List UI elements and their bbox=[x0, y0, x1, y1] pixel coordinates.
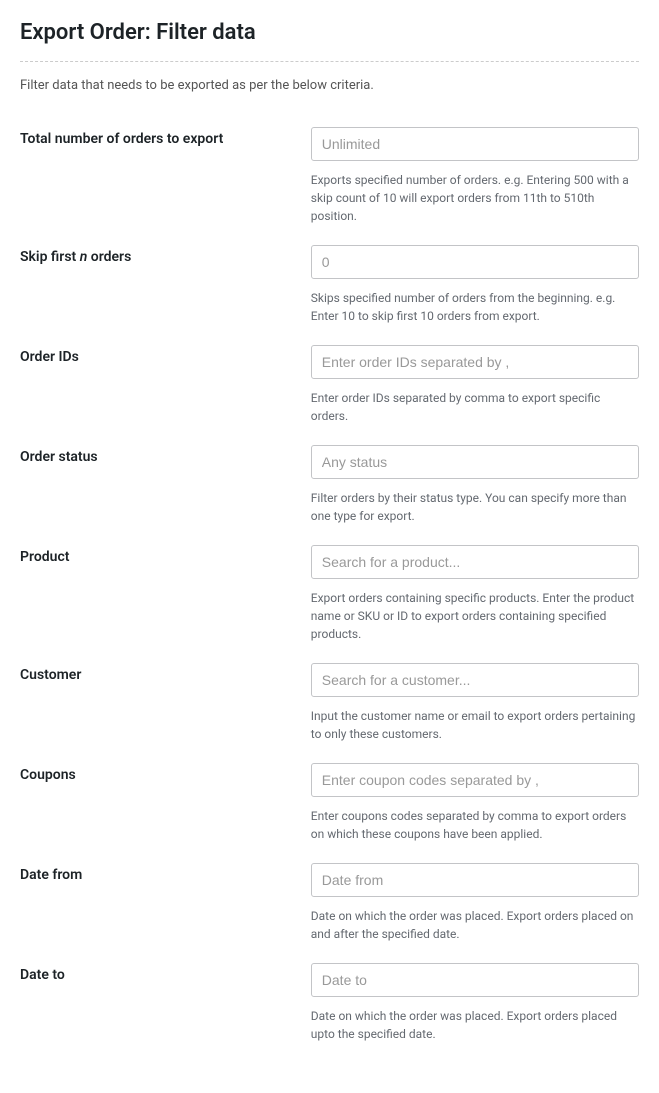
page-container: Export Order: Filter data Filter data th… bbox=[0, 0, 659, 1093]
field-label-coupons: Coupons bbox=[20, 767, 76, 783]
form-row-date-to: Date to Date on which the order was place… bbox=[20, 953, 639, 1053]
input-order-ids[interactable] bbox=[311, 345, 639, 379]
field-cell-product: Export orders containing specific produc… bbox=[311, 535, 639, 653]
section-divider bbox=[20, 61, 639, 62]
form-row-order-ids: Order IDs Enter order IDs separated by co… bbox=[20, 335, 639, 435]
field-label-total-orders: Total number of orders to export bbox=[20, 131, 223, 147]
field-label-order-status: Order status bbox=[20, 449, 98, 465]
field-cell-order-status: Filter orders by their status type. You … bbox=[311, 435, 639, 535]
field-description-product: Export orders containing specific produc… bbox=[311, 589, 639, 643]
label-cell-date-to: Date to bbox=[20, 953, 311, 1053]
form-row-skip-orders: Skip first n orders Skips specified numbe… bbox=[20, 235, 639, 335]
field-description-coupons: Enter coupons codes separated by comma t… bbox=[311, 807, 639, 843]
input-date-to[interactable] bbox=[311, 963, 639, 997]
page-description: Filter data that needs to be exported as… bbox=[20, 78, 639, 93]
field-description-date-from: Date on which the order was placed. Expo… bbox=[311, 907, 639, 943]
label-cell-customer: Customer bbox=[20, 653, 311, 753]
input-skip-orders[interactable] bbox=[311, 245, 639, 279]
input-customer[interactable] bbox=[311, 663, 639, 697]
field-description-order-ids: Enter order IDs separated by comma to ex… bbox=[311, 389, 639, 425]
label-cell-skip-orders: Skip first n orders bbox=[20, 235, 311, 335]
label-cell-date-from: Date from bbox=[20, 853, 311, 953]
input-date-from[interactable] bbox=[311, 863, 639, 897]
form-row-product: Product Export orders containing specific… bbox=[20, 535, 639, 653]
field-description-skip-orders: Skips specified number of orders from th… bbox=[311, 289, 639, 325]
field-cell-skip-orders: Skips specified number of orders from th… bbox=[311, 235, 639, 335]
field-cell-coupons: Enter coupons codes separated by comma t… bbox=[311, 753, 639, 853]
field-cell-customer: Input the customer name or email to expo… bbox=[311, 653, 639, 753]
field-label-date-from: Date from bbox=[20, 867, 82, 883]
form-row-coupons: Coupons Enter coupons codes separated by … bbox=[20, 753, 639, 853]
field-description-date-to: Date on which the order was placed. Expo… bbox=[311, 1007, 639, 1043]
field-description-total-orders: Exports specified number of orders. e.g.… bbox=[311, 171, 639, 225]
field-label-order-ids: Order IDs bbox=[20, 349, 79, 365]
form-row-total-orders: Total number of orders to export Exports … bbox=[20, 117, 639, 235]
field-cell-order-ids: Enter order IDs separated by comma to ex… bbox=[311, 335, 639, 435]
field-label-date-to: Date to bbox=[20, 967, 65, 983]
input-coupons[interactable] bbox=[311, 763, 639, 797]
field-cell-date-to: Date on which the order was placed. Expo… bbox=[311, 953, 639, 1053]
label-cell-coupons: Coupons bbox=[20, 753, 311, 853]
form-row-customer: Customer Input the customer name or email… bbox=[20, 653, 639, 753]
field-description-order-status: Filter orders by their status type. You … bbox=[311, 489, 639, 525]
form-row-date-from: Date from Date on which the order was pla… bbox=[20, 853, 639, 953]
field-cell-date-from: Date on which the order was placed. Expo… bbox=[311, 853, 639, 953]
field-cell-total-orders: Exports specified number of orders. e.g.… bbox=[311, 117, 639, 235]
input-total-orders[interactable] bbox=[311, 127, 639, 161]
form-row-order-status: Order status Filter orders by their statu… bbox=[20, 435, 639, 535]
input-product[interactable] bbox=[311, 545, 639, 579]
field-label-customer: Customer bbox=[20, 667, 81, 683]
form-table: Total number of orders to export Exports … bbox=[20, 117, 639, 1053]
field-label-product: Product bbox=[20, 549, 69, 565]
input-order-status[interactable] bbox=[311, 445, 639, 479]
label-cell-order-status: Order status bbox=[20, 435, 311, 535]
label-cell-product: Product bbox=[20, 535, 311, 653]
field-description-customer: Input the customer name or email to expo… bbox=[311, 707, 639, 743]
field-label-skip-orders: Skip first n orders bbox=[20, 249, 131, 265]
label-cell-total-orders: Total number of orders to export bbox=[20, 117, 311, 235]
label-cell-order-ids: Order IDs bbox=[20, 335, 311, 435]
page-title: Export Order: Filter data bbox=[20, 20, 639, 45]
